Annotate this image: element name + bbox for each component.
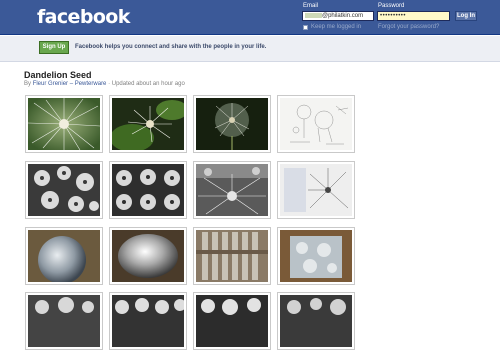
photo-thumbnail[interactable] [193, 95, 271, 153]
photo-image [196, 295, 268, 347]
photo-thumbnail[interactable] [277, 161, 355, 219]
email-label: Email [303, 3, 319, 9]
keep-logged-in-row[interactable]: Keep me logged in [303, 24, 361, 30]
top-bar: facebook Email Password @philatkin.com •… [0, 0, 500, 35]
photo-thumbnail[interactable] [277, 95, 355, 153]
photo-thumbnail[interactable] [277, 292, 355, 350]
email-value: @philatkin.com [322, 13, 364, 19]
photo-image [196, 164, 268, 216]
photo-image [196, 230, 268, 282]
signup-message: Facebook helps you connect and share wit… [75, 44, 267, 50]
photo-image [28, 164, 100, 216]
forgot-password-link[interactable]: Forgot your password? [378, 24, 439, 30]
photo-thumbnail[interactable] [193, 227, 271, 285]
photo-thumbnail[interactable] [109, 227, 187, 285]
album-byline: By Fleur Grenier – Pewterware · Updated … [24, 81, 185, 87]
photo-thumbnail[interactable] [277, 227, 355, 285]
photo-image [112, 98, 184, 150]
password-label: Password [378, 3, 405, 9]
email-field[interactable]: @philatkin.com [302, 11, 374, 21]
keep-logged-in-checkbox[interactable] [303, 24, 308, 30]
keep-logged-in-label: Keep me logged in [311, 24, 362, 30]
photo-thumbnail[interactable] [109, 95, 187, 153]
photo-image [280, 164, 352, 216]
photo-image [280, 295, 352, 347]
photo-image [112, 230, 184, 282]
photo-thumbnail[interactable] [25, 227, 103, 285]
photo-thumbnail[interactable] [25, 292, 103, 350]
org-link[interactable]: Pewterware [75, 81, 107, 87]
album-title: Dandelion Seed [24, 70, 92, 80]
photo-thumbnail[interactable] [109, 292, 187, 350]
password-field[interactable]: •••••••••• [377, 11, 450, 21]
updated-text: · Updated about an hour ago [108, 81, 185, 87]
signup-bar: Sign Up Facebook helps you connect and s… [0, 36, 500, 62]
author-link[interactable]: Fleur Grenier [33, 81, 68, 87]
photo-thumbnail[interactable] [25, 95, 103, 153]
photo-thumbnail[interactable] [109, 161, 187, 219]
photo-image [280, 230, 352, 282]
sign-up-button[interactable]: Sign Up [39, 41, 69, 54]
photo-image [28, 230, 100, 282]
photo-image [280, 98, 352, 150]
photo-image [112, 164, 184, 216]
photo-thumbnail[interactable] [193, 292, 271, 350]
redacted-text [305, 13, 322, 18]
photo-image [196, 98, 268, 150]
photo-image [28, 98, 100, 150]
byline-by: By [24, 81, 32, 87]
facebook-logo[interactable]: facebook [37, 6, 130, 28]
photo-image [112, 295, 184, 347]
byline-separator: – [69, 81, 74, 87]
photo-thumbnail[interactable] [25, 161, 103, 219]
login-button[interactable]: Log In [455, 11, 477, 21]
photo-image [28, 295, 100, 347]
photo-thumbnail[interactable] [193, 161, 271, 219]
